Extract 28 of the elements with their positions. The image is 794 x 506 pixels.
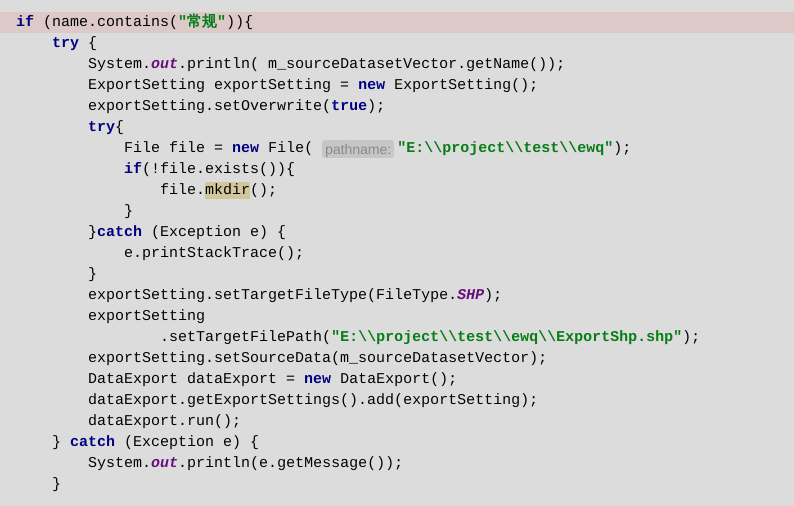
code-text: new (232, 139, 260, 159)
code-line: } (87, 265, 98, 285)
code-line: ExportSetting exportSetting = new ExportSetting(); (87, 76, 538, 96)
code-text: File( (267, 139, 314, 159)
code-line: System.out.println( m_sourceDatasetVector.getName()); (87, 55, 566, 75)
code-line: file.mkdir(); (159, 181, 278, 201)
code-line: exportSetting (87, 307, 206, 327)
code-line: exportSetting.setTargetFileType(FileType.SHP); (87, 286, 502, 306)
code-line: if(!file.exists()){ (123, 160, 296, 180)
code-line: exportSetting.setSourceData(m_sourceDatasetVector); (87, 349, 548, 369)
code-text: ); (613, 139, 632, 159)
code-text: "E:\\project\\test\\ewq" (397, 139, 614, 159)
code-line: dataExport.getExportSettings().add(exportSetting); (87, 391, 538, 411)
code-line: }catch (Exception e) { (87, 223, 286, 243)
code-text: File file = (123, 139, 224, 159)
code-line: DataExport dataExport = new DataExport(); (87, 370, 458, 390)
code-line: .setTargetFilePath("E:\\project\\test\\ewq\\ExportShp.shp"); (159, 328, 700, 348)
code-line: e.printStackTrace(); (123, 244, 304, 264)
code-line: if (name.contains("常规")){ (16, 12, 254, 33)
code-line: System.out.println(e.getMessage()); (87, 454, 404, 474)
code-line: try{ (87, 118, 124, 138)
parameter-hint: pathname: (322, 140, 394, 158)
code-line: dataExport.run(); (87, 412, 242, 432)
code-line: try { (51, 34, 98, 54)
code-line: } catch (Exception e) { (51, 433, 260, 453)
code-line: exportSetting.setOverwrite(true); (87, 97, 386, 117)
code-line: } (123, 202, 134, 222)
code-line: } (51, 475, 62, 495)
